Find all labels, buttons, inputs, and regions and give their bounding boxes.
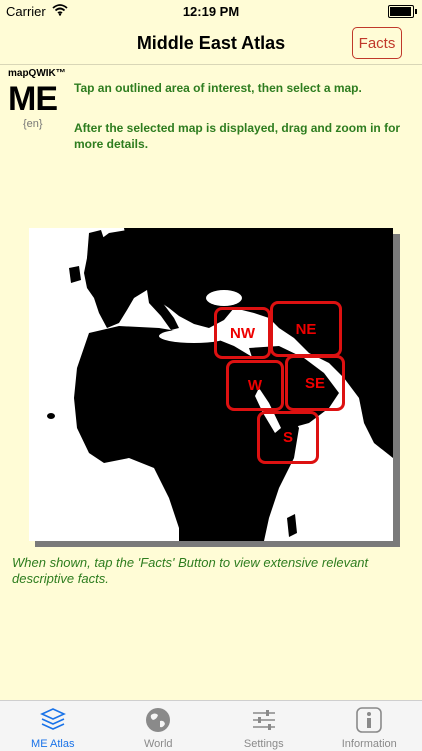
region-nw-button[interactable]: NW [214,307,271,359]
tab-bar: ME Atlas World Settings Information [0,700,422,751]
tab-me-atlas[interactable]: ME Atlas [0,701,106,751]
tab-label: Information [317,738,422,750]
info-icon [354,707,384,733]
nav-bar: Middle East Atlas Facts [0,22,422,65]
instruction-zoom: After the selected map is displayed, dra… [74,120,414,152]
tab-information[interactable]: Information [317,701,422,751]
status-bar: Carrier 12:19 PM [0,0,422,22]
layers-icon [38,707,68,733]
region-s-button[interactable]: S [257,411,319,464]
instruction-select: Tap an outlined area of interest, then s… [74,80,404,96]
region-w-button[interactable]: W [226,360,284,411]
region-ne-button[interactable]: NE [270,301,342,357]
tab-world[interactable]: World [106,701,212,751]
tab-label: ME Atlas [0,738,106,750]
app-logo: mapQWIK™ ME {en} [8,68,68,134]
region-se-button[interactable]: SE [285,355,345,411]
tab-settings[interactable]: Settings [211,701,317,751]
tab-label: Settings [211,738,317,750]
sliders-icon [249,707,279,733]
facts-hint: When shown, tap the 'Facts' Button to vi… [12,555,412,587]
battery-icon [388,5,414,18]
globe-icon [143,707,173,733]
logo-brand: mapQWIK™ [8,68,66,79]
clock: 12:19 PM [0,4,422,19]
logo-code: ME [8,80,57,119]
logo-language: {en} [23,118,43,130]
tab-label: World [106,738,212,750]
facts-button[interactable]: Facts [352,27,402,59]
